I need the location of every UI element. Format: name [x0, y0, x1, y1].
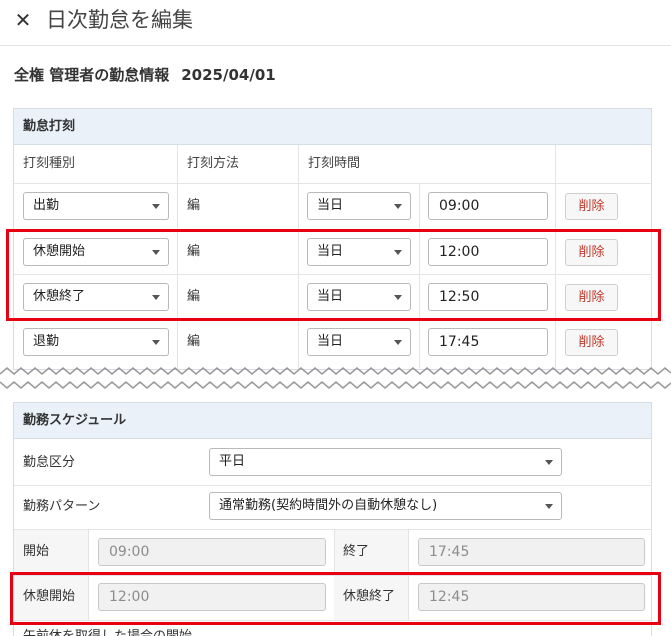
work-pattern-label: 勤務パターン	[23, 499, 101, 514]
chevron-down-icon	[152, 204, 160, 209]
content-break-zigzag	[0, 367, 671, 389]
chevron-down-icon	[545, 460, 553, 465]
punch-type-select[interactable]: 退勤	[23, 328, 169, 356]
delete-button[interactable]: 削除	[565, 329, 618, 356]
attendance-type-select[interactable]: 平日	[209, 448, 562, 476]
target-date: 2025/04/01	[181, 66, 276, 84]
scheduled-break-highlight	[10, 572, 661, 625]
employee-name: 全権 管理者の勤怠情報	[14, 66, 170, 84]
column-header-time: 打刻時間	[308, 156, 361, 171]
punch-method: 編	[187, 334, 201, 349]
punch-table-header: 打刻種別 打刻方法 打刻時間	[14, 145, 651, 184]
end-time-field: 17:45	[418, 538, 645, 566]
break-rows-highlight	[6, 229, 661, 321]
chevron-down-icon	[394, 340, 402, 345]
chevron-down-icon	[545, 504, 553, 509]
dialog-titlebar: ✕ 日次勤怠を編集	[0, 0, 671, 46]
punch-row: 退勤 編 当日 17:45 削除	[14, 320, 651, 370]
punch-time-input[interactable]: 17:45	[428, 328, 548, 356]
punch-type-select[interactable]: 出勤	[23, 192, 169, 220]
work-pattern-select[interactable]: 通常勤務(契約時間外の自動休憩なし)	[209, 492, 562, 520]
chevron-down-icon	[394, 204, 402, 209]
punch-time-input[interactable]: 09:00	[428, 192, 548, 220]
chevron-down-icon	[152, 340, 160, 345]
end-label: 終了	[343, 544, 370, 559]
punch-row: 出勤 編 当日 09:00 削除	[14, 184, 651, 230]
close-icon[interactable]: ✕	[10, 6, 36, 34]
punch-day-select[interactable]: 当日	[307, 192, 411, 220]
schedule-panel-title: 勤務スケジュール	[14, 403, 651, 439]
start-time-field: 09:00	[98, 538, 326, 566]
attendance-type-label: 勤怠区分	[23, 455, 76, 470]
employee-info-heading: 全権 管理者の勤怠情報 2025/04/01	[14, 64, 276, 85]
start-label: 開始	[23, 544, 50, 559]
column-header-type: 打刻種別	[23, 156, 76, 171]
column-header-method: 打刻方法	[187, 156, 240, 171]
punch-method: 編	[187, 198, 201, 213]
next-row-label: 午前休を取得した場合の開始	[23, 627, 192, 636]
punch-day-select[interactable]: 当日	[307, 328, 411, 356]
dialog-title: 日次勤怠を編集	[46, 8, 193, 32]
delete-button[interactable]: 削除	[565, 193, 618, 220]
punch-panel-title: 勤怠打刻	[14, 109, 651, 145]
